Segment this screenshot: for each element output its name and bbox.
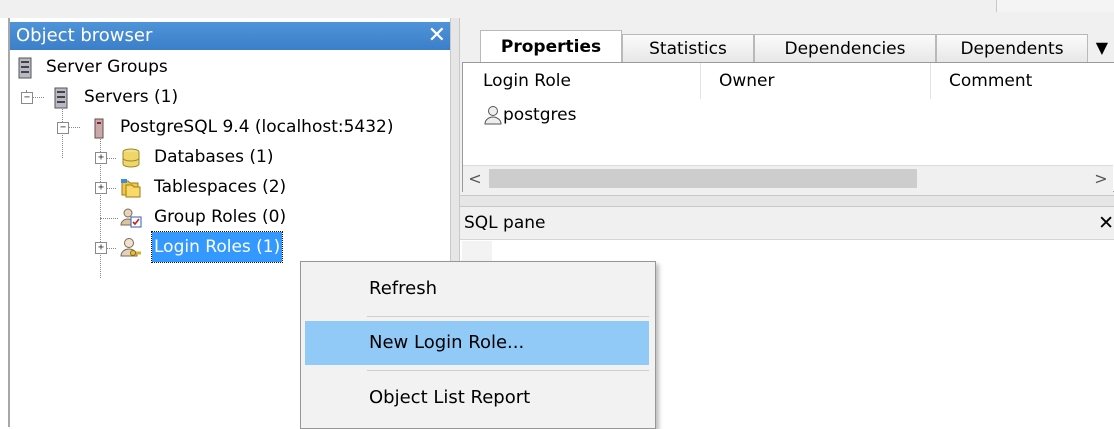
menu-separator [367,316,649,317]
object-browser-title: Object browser [16,25,153,46]
tree-node-postgresql-server[interactable]: − PostgreSQL 9.4 (localhost:5432) [10,112,396,142]
column-header-comment[interactable]: Comment [931,63,1113,99]
top-toolbar-strip [0,0,1114,18]
login-role-icon [120,238,141,257]
group-role-icon [120,208,142,228]
collapse-toggle[interactable]: − [57,122,69,134]
horizontal-scrollbar[interactable]: < > [463,165,1113,192]
server-groups-icon [18,57,32,79]
tree-node-group-roles[interactable]: Group Roles (0) [10,202,288,232]
tree-node-label: Tablespaces (2) [154,177,287,197]
tab-bar: Properties Statistics Dependencies Depen… [460,30,1114,62]
menu-separator [367,370,649,371]
tree-node-label: PostgreSQL 9.4 (localhost:5432) [120,117,394,137]
scroll-right-arrow[interactable]: > [1089,166,1113,192]
scroll-left-arrow[interactable]: < [463,166,487,192]
collapse-toggle[interactable]: − [21,92,33,104]
menu-item-new-login-role[interactable]: New Login Role... [305,321,649,365]
login-role-cell: postgres [503,105,577,125]
menu-item-object-list-report[interactable]: Object List Report [305,376,649,420]
expand-toggle[interactable]: + [95,182,107,194]
expand-toggle[interactable]: + [95,242,107,254]
tab-overflow-icon[interactable]: ▼ [1096,38,1108,57]
toolbar-edge [996,0,1114,12]
user-icon [484,106,502,125]
context-menu: Refresh New Login Role... Object List Re… [300,261,656,429]
tree-node-label: Server Groups [46,57,168,77]
tree-node-label: Databases (1) [154,147,274,167]
tree-node-server-groups[interactable]: Server Groups [10,52,170,82]
tree-node-login-roles[interactable]: + Login Roles (1) [10,231,284,263]
database-icon [122,148,140,168]
object-browser-titlebar: Object browser ✕ [10,22,452,50]
tree-node-label: Servers (1) [84,87,179,107]
expand-toggle[interactable]: + [95,152,107,164]
sql-pane-title: SQL pane [464,213,546,233]
tree-node-servers[interactable]: − Servers (1) [10,82,180,112]
sql-pane-titlebar: SQL pane ✕ [460,207,1114,240]
column-header-login-role[interactable]: Login Role [463,63,701,99]
server-icon [94,118,104,139]
tree-node-databases[interactable]: + Databases (1) [10,142,275,172]
tab-dependents[interactable]: Dependents [936,34,1088,62]
scrollbar-thumb[interactable] [489,169,917,188]
close-icon[interactable]: ✕ [428,22,446,50]
tree-node-label: Group Roles (0) [154,207,287,227]
tab-statistics[interactable]: Statistics [622,34,754,62]
close-icon[interactable]: ✕ [1098,207,1114,239]
properties-list: Login Role Owner Comment postgres < > [462,62,1114,192]
tablespace-icon [121,179,141,198]
servers-icon [54,87,68,109]
tree-node-label: Login Roles (1) [150,231,284,263]
horizontal-splitter[interactable] [460,195,1114,207]
tree-node-tablespaces[interactable]: + Tablespaces (2) [10,172,288,202]
tab-properties[interactable]: Properties [480,30,622,62]
menu-item-refresh[interactable]: Refresh [305,267,649,311]
tab-dependencies[interactable]: Dependencies [754,34,936,62]
properties-panel: Properties Statistics Dependencies Depen… [460,18,1114,195]
column-header-owner[interactable]: Owner [701,63,931,99]
